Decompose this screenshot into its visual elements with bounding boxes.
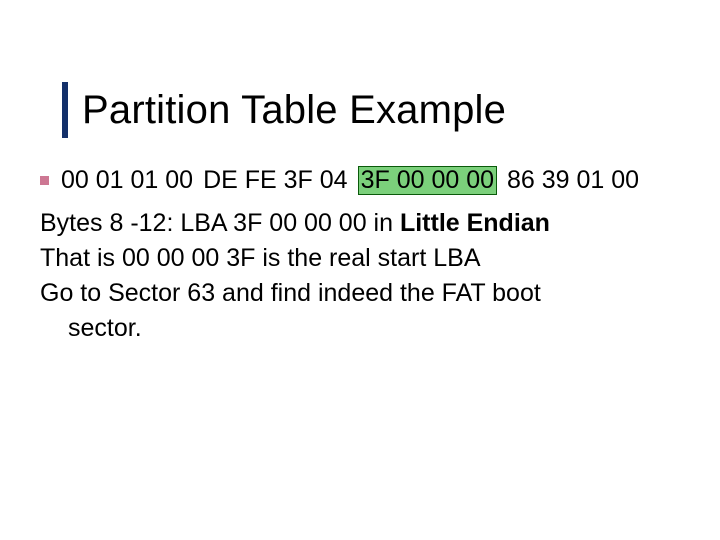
line-1-text: Bytes 8 -12: LBA 3F 00 00 00 in: [40, 209, 400, 237]
hex-group-4: 86 39 01 00: [507, 164, 639, 197]
line-4: sector.: [40, 312, 680, 345]
hex-highlight: 3F 00 00 00: [358, 166, 497, 194]
bullet-icon: [40, 176, 49, 185]
hex-group-1: 00 01 01 00: [61, 164, 193, 197]
page-title: Partition Table Example: [82, 88, 506, 133]
hex-bytes-line: 00 01 01 00 DE FE 3F 04 3F 00 00 00 86 3…: [40, 164, 680, 197]
accent-bar-icon: [62, 82, 68, 138]
line-3: Go to Sector 63 and find indeed the FAT …: [40, 277, 680, 310]
body-content: 00 01 01 00 DE FE 3F 04 3F 00 00 00 86 3…: [40, 164, 680, 347]
line-1-bold: Little Endian: [400, 209, 550, 237]
explanation-paragraph: Bytes 8 -12: LBA 3F 00 00 00 in Little E…: [40, 207, 680, 345]
line-2: That is 00 00 00 3F is the real start LB…: [40, 242, 680, 275]
title-row: Partition Table Example: [62, 82, 690, 138]
hex-group-2: DE FE 3F 04: [203, 164, 348, 197]
line-1: Bytes 8 -12: LBA 3F 00 00 00 in Little E…: [40, 207, 680, 240]
slide: Partition Table Example 00 01 01 00 DE F…: [0, 0, 720, 540]
